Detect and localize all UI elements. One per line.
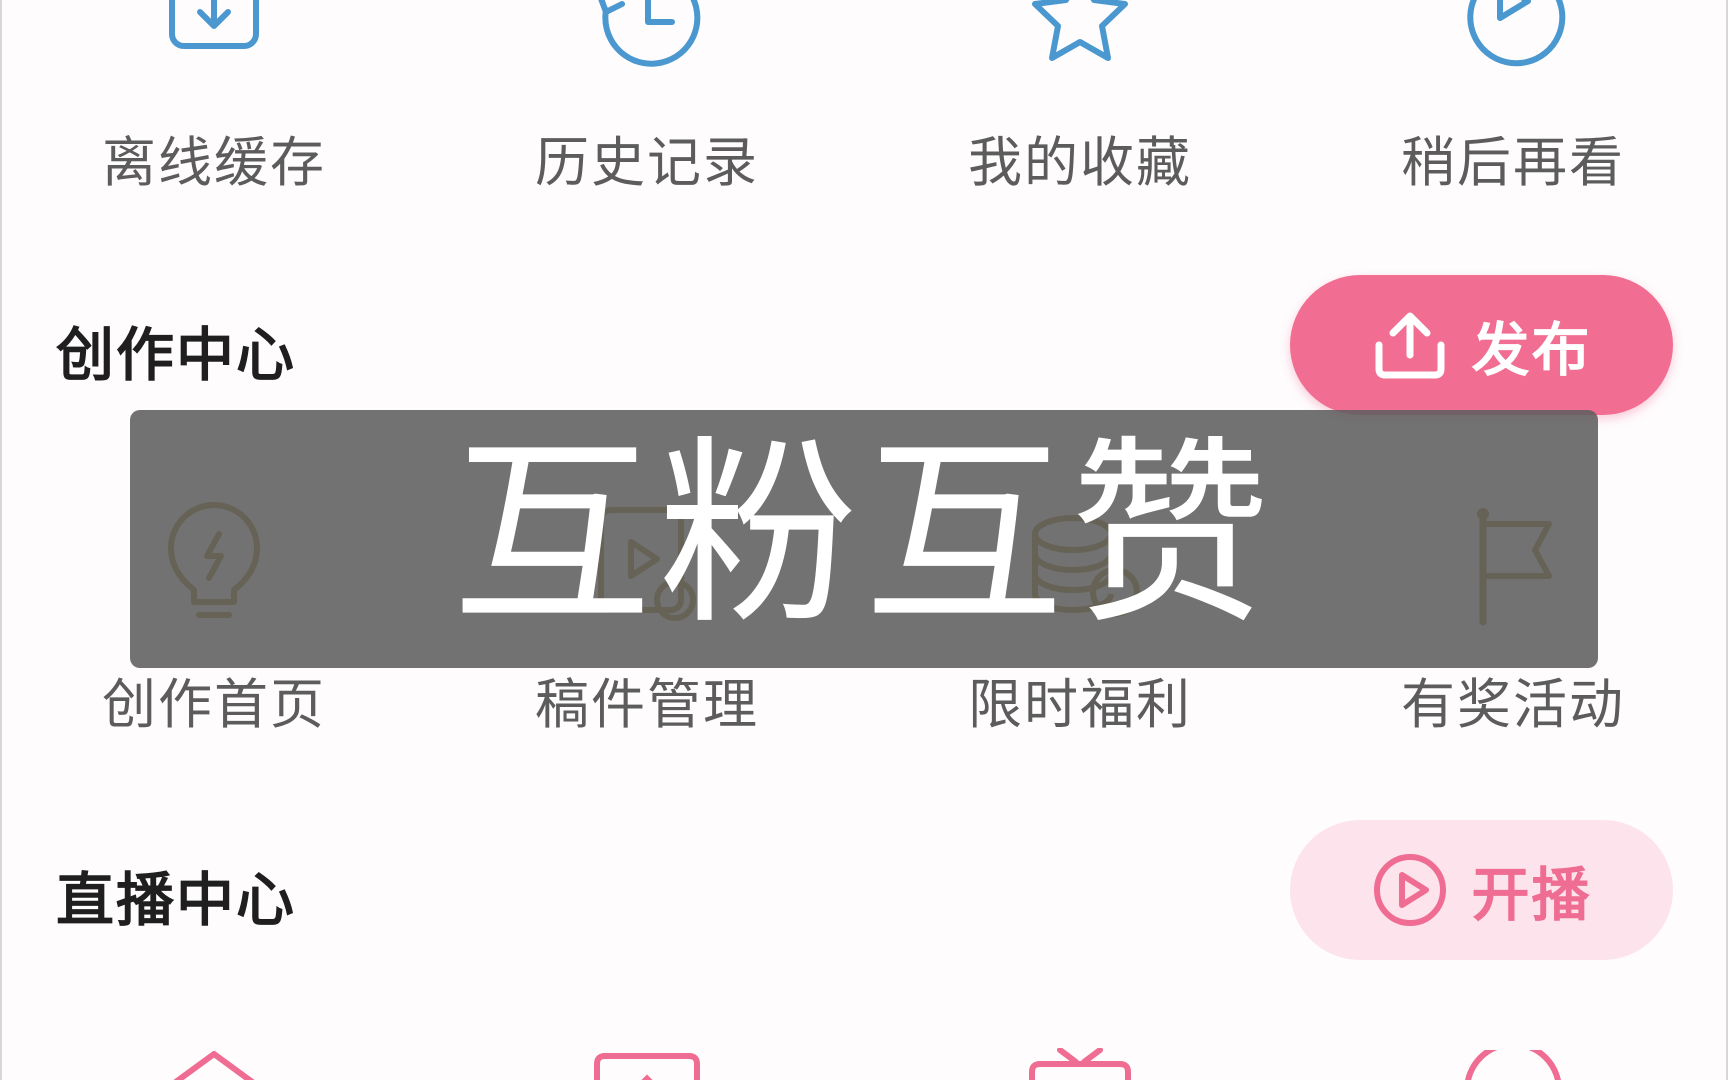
offline-cache-label: 离线缓存 [102, 131, 326, 194]
favorites-label: 我的收藏 [968, 131, 1192, 194]
creation-home-label: 创作首页 [102, 673, 326, 736]
tv-icon [1029, 1048, 1131, 1080]
download-icon [169, 0, 259, 49]
offline-cache-item[interactable]: 离线缓存 [64, 0, 364, 200]
publish-label: 发布 [1471, 316, 1592, 384]
home-icon [173, 1051, 255, 1080]
favorites-item[interactable]: 我的收藏 [930, 0, 1230, 200]
reward-activity-label: 有奖活动 [1401, 673, 1625, 736]
watch-later-item[interactable]: 稍后再看 [1363, 0, 1663, 200]
upload-icon [1375, 312, 1445, 379]
history-label: 历史记录 [535, 131, 759, 194]
start-live-label: 开播 [1471, 861, 1592, 929]
manuscript-manage-label: 稿件管理 [535, 673, 759, 736]
watch-later-label: 稍后再看 [1401, 131, 1625, 194]
publish-button[interactable]: 发布 [1290, 275, 1673, 415]
creation-center-title: 创作中心 [56, 321, 297, 389]
limited-benefit-label: 限时福利 [968, 673, 1192, 736]
overlay-caption-text: 互粉互赞 [451, 419, 1276, 652]
watch-later-icon [1467, 0, 1566, 67]
live-home-item[interactable] [64, 1040, 364, 1080]
start-live-button[interactable]: 开播 [1290, 820, 1673, 960]
history-item[interactable]: 历史记录 [497, 0, 797, 200]
screen-icon [594, 1053, 700, 1080]
play-circle-icon [1374, 854, 1447, 926]
live-circle-item[interactable] [1363, 1040, 1663, 1080]
live-screen-item[interactable] [497, 1040, 797, 1080]
profile-page: 离线缓存 历史记录 我的收藏 稍后再看 创作中心 发布 创作首页 稿件管理 限时… [0, 0, 1728, 1080]
live-center-title: 直播中心 [56, 866, 297, 934]
star-icon [1032, 0, 1128, 61]
caption-overlay: 互粉互赞 [130, 410, 1598, 668]
left-edge-divider [0, 0, 2, 1080]
circle-icon [1465, 1050, 1561, 1080]
history-clock-icon [598, 0, 701, 67]
live-tv-item[interactable] [930, 1040, 1230, 1080]
